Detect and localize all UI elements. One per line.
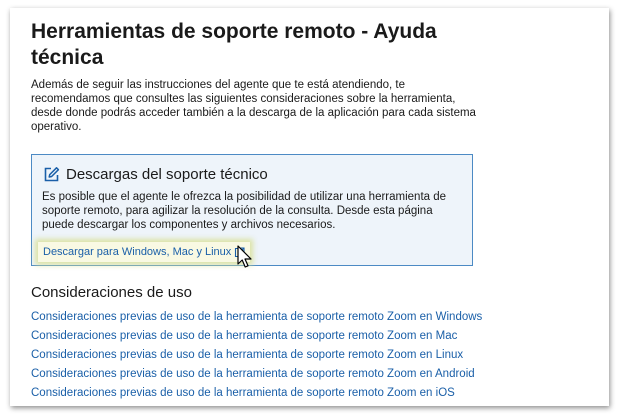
considerations-list: Consideraciones previas de uso de la her… [31, 306, 482, 401]
consideration-link-ios[interactable]: Consideraciones previas de uso de la her… [31, 387, 455, 399]
mouse-cursor-icon [237, 245, 252, 268]
consideration-link-android[interactable]: Consideraciones previas de uso de la her… [31, 368, 475, 380]
download-link-label: Descargar para Windows, Mac y Linux [43, 246, 232, 258]
downloads-box-title: Descargas del soporte técnico [43, 166, 268, 183]
page-title: Herramientas de soporte remoto - Ayuda t… [31, 20, 437, 69]
considerations-title: Consideraciones de uso [31, 284, 192, 301]
list-item: Consideraciones previas de uso de la her… [31, 363, 482, 382]
edit-icon [44, 167, 60, 182]
downloads-box-title-text: Descargas del soporte técnico [66, 166, 268, 183]
list-item: Consideraciones previas de uso de la her… [31, 306, 482, 325]
list-item: Consideraciones previas de uso de la her… [31, 344, 482, 363]
consideration-link-mac[interactable]: Consideraciones previas de uso de la her… [31, 330, 457, 342]
intro-paragraph: Además de seguir las instrucciones del a… [31, 79, 476, 133]
download-link[interactable]: Descargar para Windows, Mac y Linux [38, 242, 251, 262]
list-item: Consideraciones previas de uso de la her… [31, 325, 482, 344]
page-frame: Herramientas de soporte remoto - Ayuda t… [10, 8, 609, 406]
list-item: Consideraciones previas de uso de la her… [31, 382, 482, 401]
consideration-link-windows[interactable]: Consideraciones previas de uso de la her… [31, 311, 482, 323]
downloads-box-text: Es posible que el agente le ofrezca la p… [42, 191, 447, 231]
consideration-link-linux[interactable]: Consideraciones previas de uso de la her… [31, 349, 463, 361]
